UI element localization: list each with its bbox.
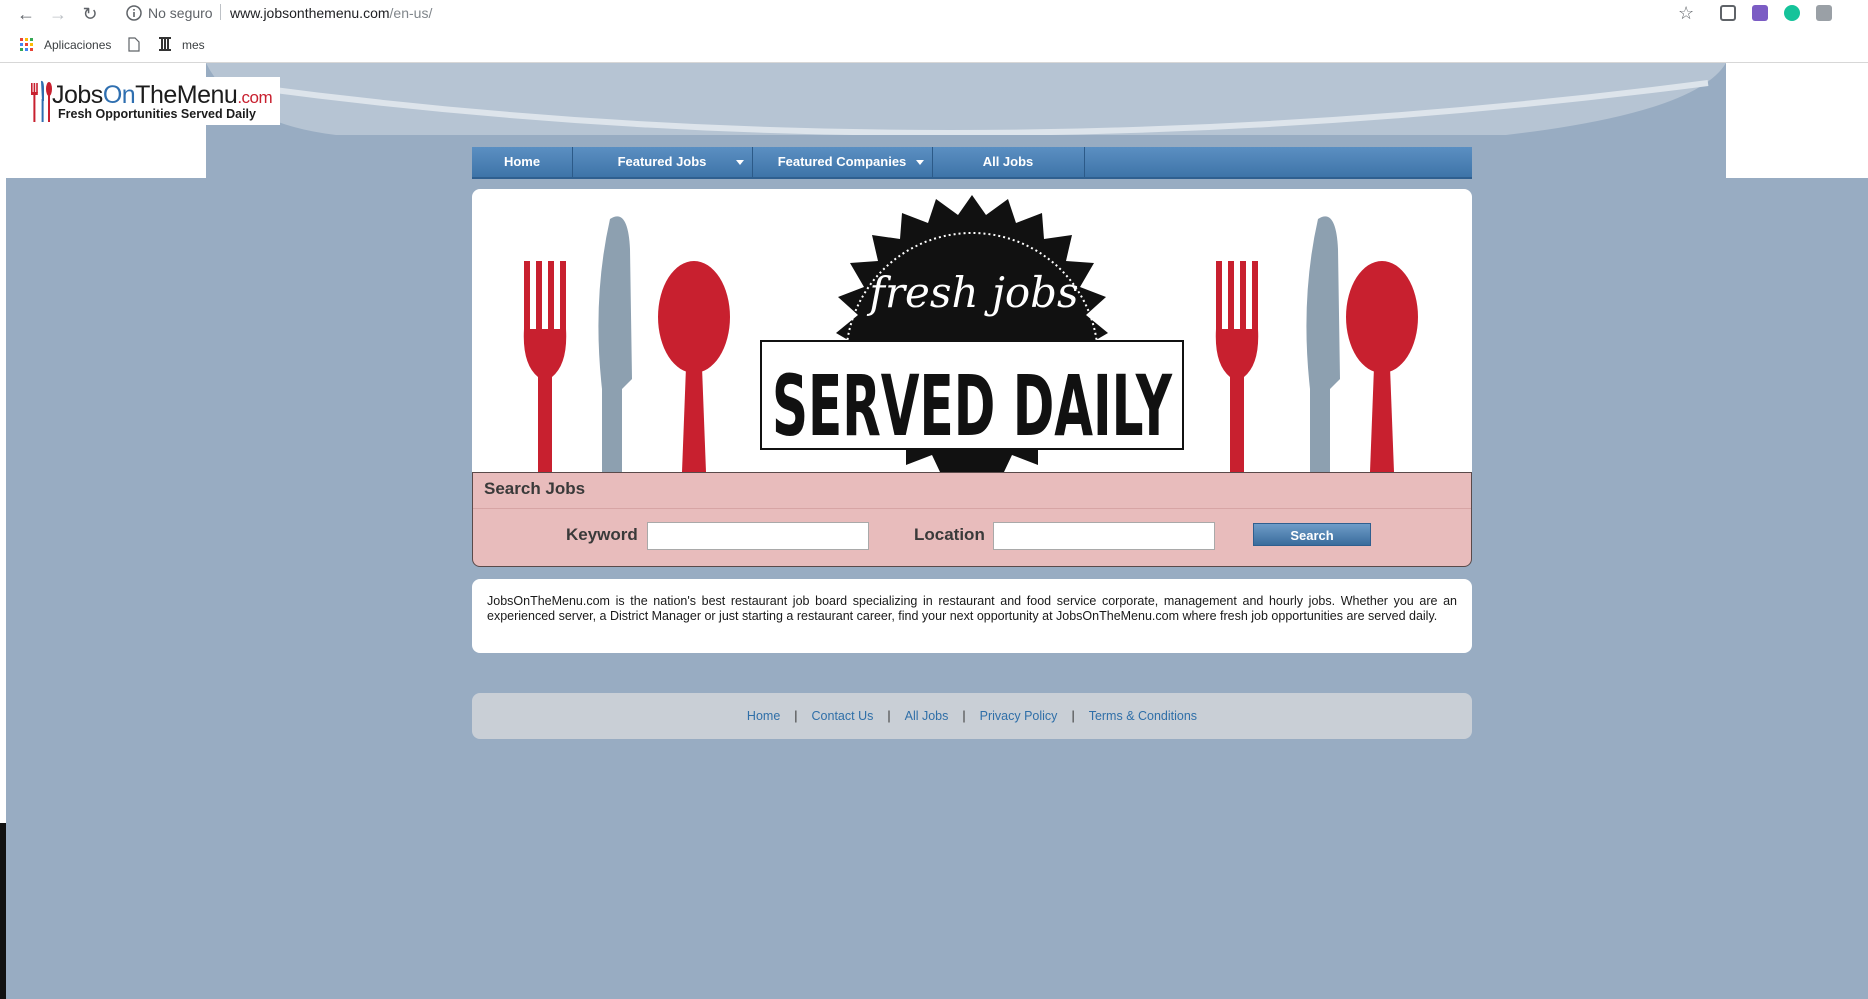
footer-separator: |	[887, 709, 891, 723]
nav-featured-jobs[interactable]: Featured Jobs	[572, 147, 753, 177]
search-title: Search Jobs	[484, 479, 586, 498]
search-button[interactable]: Search	[1253, 523, 1371, 546]
hero-banner: fresh jobs SERVED DAILY	[472, 189, 1472, 472]
footer-separator: |	[962, 709, 966, 723]
nav-all-jobs[interactable]: All Jobs	[932, 147, 1085, 177]
nav-featured-jobs-label: Featured Jobs	[617, 154, 707, 169]
logo-part-menu: Menu	[176, 81, 238, 109]
bookmark-mes[interactable]: mes	[182, 38, 205, 52]
knife-left-icon	[598, 216, 632, 472]
footer-separator: |	[1071, 709, 1075, 723]
nav-featured-companies-label: Featured Companies	[777, 154, 907, 169]
location-input[interactable]	[993, 522, 1215, 550]
bookmark-star-icon[interactable]: ☆	[1678, 3, 1694, 24]
nav-home-label: Home	[503, 154, 541, 169]
nav-all-jobs-label: All Jobs	[982, 154, 1034, 169]
site-logo[interactable]: JobsOnTheMenu.com Fresh Opportunities Se…	[22, 77, 280, 125]
nav-featured-companies[interactable]: Featured Companies	[752, 147, 933, 177]
logo-utensils-icon	[31, 80, 52, 122]
logo-tagline: Fresh Opportunities Served Daily	[58, 107, 256, 121]
about-text: JobsOnTheMenu.com is the nation's best r…	[472, 579, 1472, 653]
keyword-label: Keyword	[566, 525, 638, 544]
footer-terms-link[interactable]: Terms & Conditions	[1089, 709, 1197, 723]
search-panel: Search Jobs Keyword Location Search	[472, 472, 1472, 567]
info-icon[interactable]	[124, 3, 144, 23]
main-nav: Home Featured Jobs Featured Companies Al…	[472, 147, 1472, 179]
spoon-left-icon	[658, 261, 730, 472]
footer-separator: |	[794, 709, 798, 723]
hero-script-text: fresh jobs	[866, 268, 1078, 317]
url-path: /en-us/	[389, 5, 433, 21]
logo-part-the: The	[135, 81, 177, 109]
logo-part-on: On	[102, 81, 136, 109]
forward-icon[interactable]: →	[46, 3, 70, 25]
column-icon	[159, 37, 171, 51]
bookmark-apps[interactable]: Aplicaciones	[44, 38, 111, 52]
grammarly-icon[interactable]	[1784, 5, 1800, 21]
url-host: www.jobsonthemenu.com	[230, 5, 390, 21]
bookmarks-bar: Aplicaciones mes	[0, 32, 1868, 58]
footer-home-link[interactable]: Home	[747, 709, 780, 723]
url-divider	[220, 4, 221, 20]
page-icon[interactable]	[128, 37, 140, 52]
fork-right-icon	[1215, 261, 1259, 472]
footer-contact-link[interactable]: Contact Us	[812, 709, 874, 723]
logo-part-jobs: Jobs	[52, 81, 103, 109]
security-status[interactable]: No seguro	[148, 5, 213, 21]
location-label: Location	[914, 525, 985, 544]
browser-toolbar: ← → ↻ No seguro www.jobsonthemenu.com/en…	[0, 0, 1868, 63]
footer-all-jobs-link[interactable]: All Jobs	[905, 709, 949, 723]
footer-privacy-link[interactable]: Privacy Policy	[980, 709, 1058, 723]
logo-text: JobsOnTheMenu.com	[52, 81, 273, 110]
knife-right-icon	[1306, 216, 1340, 472]
keyword-input[interactable]	[647, 522, 869, 550]
footer-links: Home | Contact Us | All Jobs | Privacy Policy |…	[472, 693, 1472, 739]
search-divider	[473, 508, 1471, 509]
apps-grid-icon[interactable]	[20, 38, 34, 52]
back-icon[interactable]: ←	[14, 3, 38, 25]
logo-part-com: .com	[237, 88, 273, 107]
purple-extension-icon[interactable]	[1752, 5, 1768, 21]
hero-headline: SERVED DAILY	[772, 357, 1173, 455]
fork-left-icon	[523, 261, 567, 472]
served-daily-graphic: fresh jobs SERVED DAILY	[523, 195, 1418, 472]
chevron-down-icon[interactable]	[736, 160, 744, 165]
chevron-down-icon[interactable]	[916, 160, 924, 165]
web-page: JobsOnTheMenu.com Fresh Opportunities Se…	[6, 63, 1868, 999]
camera-extension-icon[interactable]	[1816, 5, 1832, 21]
reload-icon[interactable]: ↻	[78, 3, 102, 25]
nav-home[interactable]: Home	[472, 147, 573, 177]
address-bar[interactable]: www.jobsonthemenu.com/en-us/	[230, 5, 432, 21]
spoon-right-icon	[1346, 261, 1418, 472]
qr-extension-icon[interactable]	[1720, 5, 1736, 21]
